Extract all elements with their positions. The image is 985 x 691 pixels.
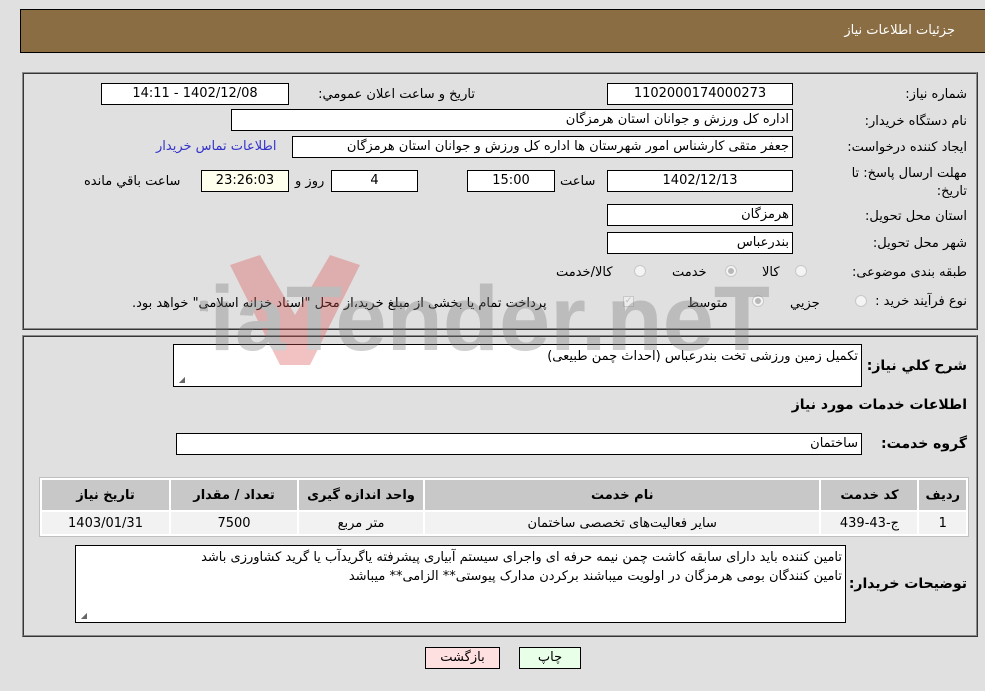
col-unit: واحد اندازه گيری	[299, 480, 423, 510]
category-goods-service-radio[interactable]	[634, 265, 646, 277]
cell-unit: متر مربع	[299, 512, 423, 534]
table-row: 1 ج-43-439 سایر فعالیت‌های تخصصی ساختمان…	[42, 512, 966, 534]
requester-field: جعفر متقی کارشناس امور شهرستان ها اداره …	[292, 136, 793, 158]
cell-quantity: 7500	[171, 512, 297, 534]
need-number-field: 1102000174000273	[607, 83, 793, 105]
col-row-number: رديف	[919, 480, 966, 510]
resize-handle-icon[interactable]: ◢	[177, 376, 185, 384]
services-heading: اطلاعات خدمات مورد نياز	[791, 397, 967, 413]
category-service-label: خدمت	[672, 265, 707, 280]
province-label: استان محل تحویل:	[865, 209, 967, 224]
deadline-time-label: ساعت	[560, 174, 596, 189]
days-remaining-field: 4	[331, 170, 418, 192]
category-goods-service-label: کالا/خدمت	[556, 265, 613, 280]
announce-datetime-label: تاریخ و ساعت اعلان عمومي:	[318, 87, 475, 102]
buyer-org-label: نام دستگاه خریدار:	[864, 114, 967, 129]
purchase-type-label: نوع فرآیند خرید :	[875, 294, 967, 309]
buyer-contact-link[interactable]: اطلاعات تماس خریدار	[156, 139, 276, 154]
days-label: روز و	[295, 174, 325, 189]
announce-datetime-field: 1402/12/08 - 14:11	[101, 83, 289, 105]
city-field: بندرعباس	[607, 232, 793, 254]
cell-need-date: 1403/01/31	[42, 512, 169, 534]
summary-label: شرح کلي نياز:	[866, 358, 967, 374]
deadline-time-field: 15:00	[467, 170, 555, 192]
need-number-label: شماره نیاز:	[905, 87, 967, 102]
buyer-notes-line-2: تامین کنندگان بومی هرمزگان در اولویت میب…	[348, 569, 842, 584]
col-quantity: تعداد / مقدار	[171, 480, 297, 510]
province-field: هرمزگان	[607, 204, 793, 226]
summary-textarea[interactable]: تکمیل زمین ورزشی تخت بندرعباس (احداث چمن…	[173, 344, 862, 387]
category-label: طبقه بندی موضوعی:	[851, 265, 967, 280]
purchase-minor-radio[interactable]	[855, 295, 867, 307]
city-label: شهر محل تحویل:	[872, 236, 967, 251]
purchase-medium-label: متوسط	[687, 296, 728, 311]
page-header: جزئیات اطلاعات نیاز	[20, 9, 985, 53]
buyer-notes-line-1: تامین کننده باید دارای سابقه کاشت چمن نی…	[201, 550, 842, 565]
back-button[interactable]: بازگشت	[425, 647, 500, 669]
category-service-radio[interactable]	[725, 265, 737, 277]
category-goods-radio[interactable]	[795, 265, 807, 277]
summary-text: تکمیل زمین ورزشی تخت بندرعباس (احداث چمن…	[547, 349, 858, 364]
deadline-label: مهلت ارسال پاسخ: تا تاریخ:	[851, 166, 967, 199]
treasury-note: پرداخت تمام یا بخشی از مبلغ خرید،از محل …	[132, 296, 547, 311]
col-need-date: تاریخ نیاز	[42, 480, 169, 510]
cell-row-number: 1	[919, 512, 966, 534]
category-goods-label: کالا	[762, 265, 780, 280]
time-remaining-field: 23:26:03	[201, 170, 289, 192]
services-table: رديف کد خدمت نام خدمت واحد اندازه گيری ت…	[39, 477, 969, 537]
time-remaining-label: ساعت باقي مانده	[84, 174, 181, 189]
buyer-notes-textarea[interactable]: تامین کننده باید دارای سابقه کاشت چمن نی…	[75, 545, 846, 623]
buyer-notes-label: توضيحات خريدار:	[848, 576, 967, 592]
treasury-checkbox[interactable]: ✓	[623, 296, 634, 307]
deadline-date-field: 1402/12/13	[607, 170, 793, 192]
requester-label: ایجاد کننده درخواست:	[847, 140, 967, 155]
page-title: جزئیات اطلاعات نیاز	[844, 23, 955, 38]
cell-service-code: ج-43-439	[821, 512, 918, 534]
service-group-label: گروه خدمت:	[881, 436, 967, 452]
col-service-name: نام خدمت	[425, 480, 820, 510]
purchase-minor-label: جزيي	[790, 296, 820, 311]
print-button[interactable]: چاپ	[519, 647, 581, 669]
table-header-row: رديف کد خدمت نام خدمت واحد اندازه گيری ت…	[42, 480, 966, 510]
buyer-org-field: اداره کل ورزش و جوانان استان هرمزگان	[231, 109, 793, 131]
cell-service-name: سایر فعالیت‌های تخصصی ساختمان	[425, 512, 820, 534]
purchase-medium-radio[interactable]	[752, 295, 764, 307]
resize-handle-icon[interactable]: ◢	[79, 612, 87, 620]
col-service-code: کد خدمت	[821, 480, 918, 510]
service-group-field: ساختمان	[176, 433, 862, 455]
